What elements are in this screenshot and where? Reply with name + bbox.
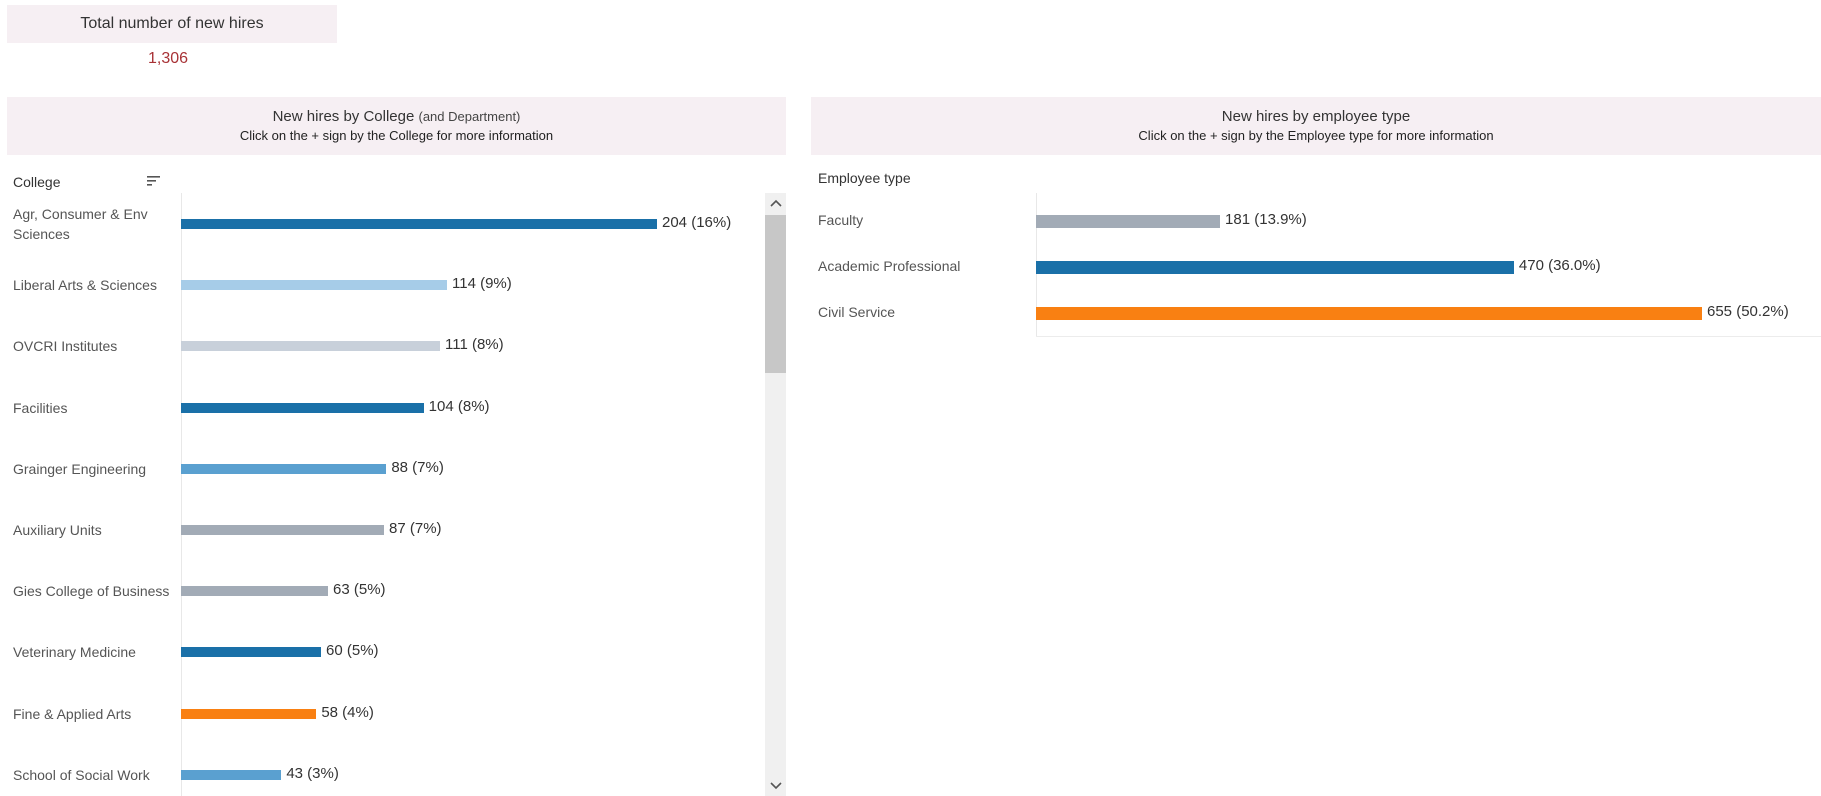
college-bar-value-label: 87 (7%) <box>389 520 442 537</box>
college-row-label[interactable]: Auxiliary Units <box>13 520 173 540</box>
sort-descending-icon[interactable] <box>146 174 162 188</box>
college-panel-title: New hires by College (and Department) <box>7 107 786 126</box>
college-row-label[interactable]: Gies College of Business <box>13 581 173 601</box>
college-bar-value-label: 104 (8%) <box>428 397 490 415</box>
employee-panel-header: New hires by employee type Click on the … <box>811 97 1821 155</box>
college-bar[interactable] <box>181 280 447 291</box>
employee-type-bar-value-label: 470 (36.0%) <box>1518 257 1601 274</box>
employee-type-row-label[interactable]: Faculty <box>818 212 863 228</box>
college-bar[interactable] <box>181 402 424 413</box>
college-bar[interactable] <box>181 341 440 352</box>
college-bar[interactable] <box>181 219 657 229</box>
college-bar[interactable] <box>181 463 387 474</box>
college-bar[interactable] <box>181 586 328 597</box>
college-row-label[interactable]: Veterinary Medicine <box>13 642 173 662</box>
employee-type-bar-value-label: 655 (50.2%) <box>1707 303 1789 320</box>
college-panel-header: New hires by College (and Department) Cl… <box>7 97 786 155</box>
college-bar[interactable] <box>181 769 282 780</box>
employee-panel-subtitle: Click on the + sign by the Employee type… <box>1138 128 1494 143</box>
employee-type-row-label[interactable]: Academic Professional <box>818 258 960 274</box>
total-new-hires-label: Total number of new hires <box>80 15 264 32</box>
employee-type-bar[interactable] <box>1036 215 1221 228</box>
college-row-label[interactable]: Liberal Arts & Sciences <box>13 275 173 295</box>
total-new-hires-value: 1,306 <box>148 50 189 67</box>
college-bar-value-label: 58 (4%) <box>321 703 374 721</box>
employee-type-row-label[interactable]: Civil Service <box>818 304 895 320</box>
employee-chart-bottom-line <box>1036 336 1821 337</box>
college-bar[interactable] <box>181 647 321 658</box>
college-bar[interactable] <box>181 708 317 719</box>
college-row-label[interactable]: Grainger Engineering <box>13 459 173 479</box>
college-panel-subtitle: Click on the + sign by the College for m… <box>239 128 554 143</box>
college-row-label[interactable]: Fine & Applied Arts <box>13 704 173 724</box>
college-scrollbar-thumb[interactable] <box>765 215 786 373</box>
college-row-label[interactable]: Facilities <box>13 398 173 418</box>
college-bar-value-label: 63 (5%) <box>333 581 386 599</box>
scroll-down-icon[interactable] <box>765 776 786 796</box>
employee-type-bar-value-label: 181 (13.9%) <box>1225 211 1307 228</box>
college-panel-title-suffix: (and Department) <box>418 109 521 124</box>
college-column-header: College <box>13 174 61 190</box>
college-bar-value-label: 88 (7%) <box>391 458 444 476</box>
employee-type-bar[interactable] <box>1036 261 1514 274</box>
college-bar-value-label: 60 (5%) <box>326 642 379 660</box>
college-bar-value-label: 111 (8%) <box>445 336 504 354</box>
college-bar-value-label: 114 (9%) <box>452 275 512 293</box>
college-bar[interactable] <box>181 525 384 535</box>
college-row-label[interactable]: OVCRI Institutes <box>13 336 173 356</box>
college-row-label[interactable]: School of Social Work <box>13 765 173 785</box>
college-bar-value-label: 43 (3%) <box>286 764 339 782</box>
college-panel-title-text: New hires by College <box>272 108 415 125</box>
employee-type-column-header: Employee type <box>818 170 911 186</box>
scroll-up-icon[interactable] <box>765 193 786 213</box>
college-bar-value-label: 204 (16%) <box>662 214 732 231</box>
college-row-label[interactable]: Agr, Consumer & Env Sciences <box>13 204 173 244</box>
total-new-hires-header: Total number of new hires <box>7 5 337 43</box>
employee-type-bar[interactable] <box>1036 307 1702 320</box>
employee-panel-title: New hires by employee type <box>1221 108 1411 125</box>
